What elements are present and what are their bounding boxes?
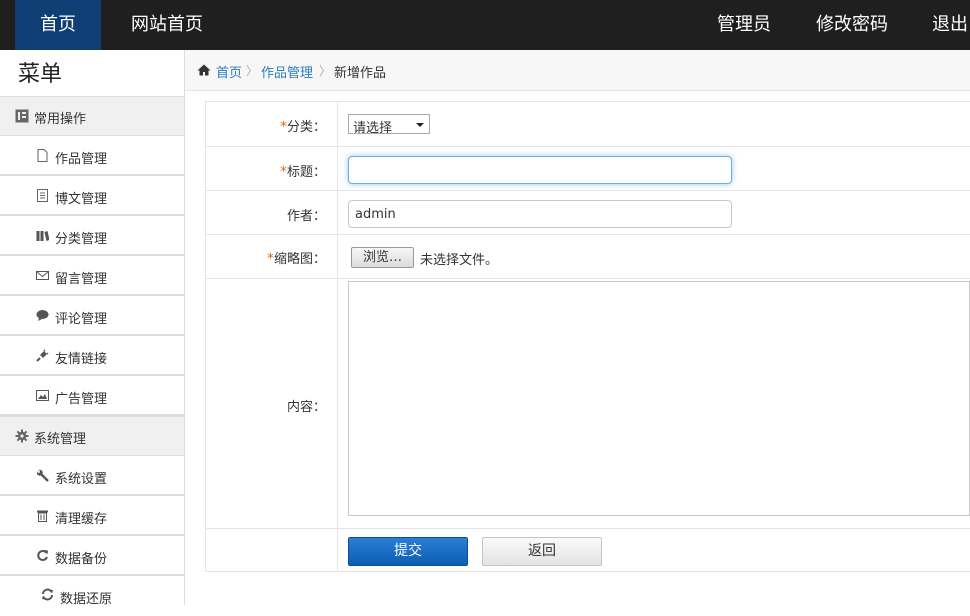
home-icon[interactable] xyxy=(197,64,211,76)
sidebar-group-label: 常用操作 xyxy=(34,112,87,127)
document-icon xyxy=(37,189,48,202)
category-select-value: 请选择 xyxy=(353,121,393,136)
category-select[interactable]: 请选择 xyxy=(348,114,430,136)
top-navbar: 首页 网站首页 管理员 修改密码 退出 xyxy=(0,0,970,50)
author-input[interactable] xyxy=(348,200,732,228)
books-icon xyxy=(36,231,49,241)
browse-button[interactable]: 浏览… xyxy=(351,247,414,268)
form-row-divider xyxy=(206,146,970,147)
sidebar-item-label: 系统设置 xyxy=(55,472,108,487)
sidebar-item-links[interactable]: 友情链接 xyxy=(0,336,184,376)
sidebar-group-label: 系统管理 xyxy=(34,432,87,447)
back-button[interactable]: 返回 xyxy=(482,537,602,566)
sidebar-item-category[interactable]: 分类管理 xyxy=(0,216,184,256)
nav-logout[interactable]: 退出 xyxy=(932,0,968,50)
nav-change-password[interactable]: 修改密码 xyxy=(816,0,888,50)
plug-icon xyxy=(36,349,49,362)
refresh-icon xyxy=(37,550,48,561)
author-label-text: 作者： xyxy=(286,209,326,224)
sidebar-item-comments[interactable]: 评论管理 xyxy=(0,296,184,336)
sidebar-item-backup[interactable]: 数据备份 xyxy=(0,536,184,576)
breadcrumb: 首页 〉 作品管理 〉 新增作品 xyxy=(185,50,970,91)
sidebar-item-label: 友情链接 xyxy=(55,352,108,367)
sidebar-item-clear-cache[interactable]: 清理缓存 xyxy=(0,496,184,536)
nav-admin[interactable]: 管理员 xyxy=(717,0,771,50)
nav-site-home[interactable]: 网站首页 xyxy=(131,0,203,50)
breadcrumb-section[interactable]: 作品管理 xyxy=(261,62,313,81)
form-row-divider xyxy=(206,190,970,191)
chevron-down-icon xyxy=(416,123,424,127)
title-label-text: 标题： xyxy=(286,165,326,180)
sidebar-item-label: 留言管理 xyxy=(55,272,108,287)
sidebar-item-ads[interactable]: 广告管理 xyxy=(0,376,184,416)
no-file-text: 未选择文件。 xyxy=(420,253,499,268)
form-row-divider xyxy=(206,278,970,279)
envelope-icon xyxy=(36,271,49,280)
sidebar-group-system[interactable]: 系统管理 xyxy=(0,416,184,456)
form-row-divider xyxy=(206,528,970,529)
wrench-icon xyxy=(36,469,49,482)
sidebar-item-settings[interactable]: 系统设置 xyxy=(0,456,184,496)
comment-icon xyxy=(36,310,49,321)
file-icon xyxy=(37,149,48,162)
sidebar-item-label: 清理缓存 xyxy=(55,512,108,527)
form-divider xyxy=(337,101,338,571)
content-textarea[interactable] xyxy=(348,281,970,516)
form-row-divider xyxy=(206,234,970,235)
category-label: *分类： xyxy=(206,116,326,135)
title-label: *标题： xyxy=(206,161,326,180)
required-mark: * xyxy=(279,164,287,180)
sidebar-item-messages[interactable]: 留言管理 xyxy=(0,256,184,296)
thumbnail-label-text: 缩略图： xyxy=(273,252,326,267)
breadcrumb-separator: 〉 xyxy=(246,64,259,78)
submit-button[interactable]: 提交 xyxy=(348,537,468,566)
content-label-text: 内容： xyxy=(286,400,326,415)
sidebar-item-label: 广告管理 xyxy=(55,392,108,407)
sidebar-item-label: 评论管理 xyxy=(55,312,108,327)
title-input[interactable] xyxy=(348,156,732,184)
category-label-text: 分类： xyxy=(286,120,326,135)
nav-home[interactable]: 首页 xyxy=(15,0,101,50)
sidebar-item-label: 分类管理 xyxy=(55,232,108,247)
required-mark: * xyxy=(266,251,274,267)
sidebar-item-label: 数据备份 xyxy=(55,552,108,567)
picture-icon xyxy=(36,390,49,401)
menu-title: 菜单 xyxy=(18,62,63,87)
breadcrumb-home[interactable]: 首页 xyxy=(216,62,242,81)
author-label: 作者： xyxy=(206,205,326,224)
sidebar-item-label: 博文管理 xyxy=(55,192,108,207)
sidebar-item-restore[interactable]: 数据还原 xyxy=(0,576,184,616)
sidebar-item-blog[interactable]: 博文管理 xyxy=(0,176,184,216)
list-icon xyxy=(15,109,29,123)
required-mark: * xyxy=(279,119,287,135)
sync-icon xyxy=(42,588,53,601)
trash-icon xyxy=(37,510,48,522)
gear-icon xyxy=(15,429,29,443)
sidebar-item-works[interactable]: 作品管理 xyxy=(0,136,184,176)
content-label: 内容： xyxy=(206,396,326,415)
breadcrumb-separator: 〉 xyxy=(319,64,332,78)
sidebar-group-common[interactable]: 常用操作 xyxy=(0,96,184,136)
breadcrumb-current: 新增作品 xyxy=(334,66,387,81)
thumbnail-label: *缩略图： xyxy=(206,248,326,267)
sidebar-item-label: 数据还原 xyxy=(60,592,113,607)
sidebar-item-label: 作品管理 xyxy=(55,152,108,167)
